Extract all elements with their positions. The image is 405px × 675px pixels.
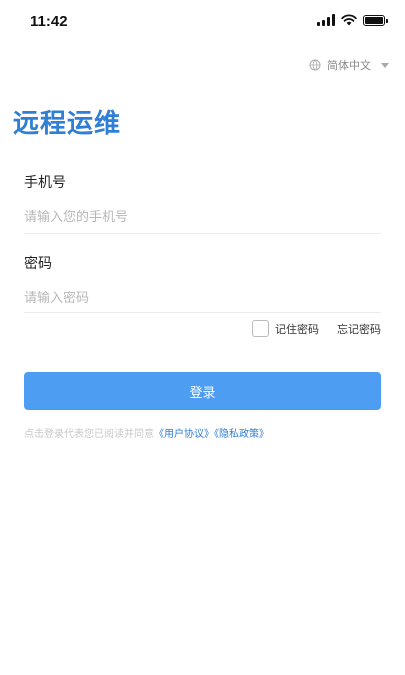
privacy-policy-link[interactable]: 《隐私政策》 — [214, 429, 269, 440]
caret-down-icon — [381, 62, 389, 68]
remember-password-label[interactable]: 记住密码 — [275, 321, 319, 337]
status-icons — [317, 14, 388, 26]
status-bar: 11:42 — [0, 0, 405, 44]
language-select[interactable]: 简体中文 — [309, 57, 389, 73]
agreement-prefix: 点击登录代表您已阅读并同意 — [24, 429, 154, 440]
login-button[interactable]: 登录 — [24, 372, 381, 410]
password-field: 密码 — [24, 253, 381, 313]
wifi-icon — [341, 14, 357, 26]
agreement-text: 点击登录代表您已阅读并同意《用户协议》《隐私政策》 — [24, 425, 269, 440]
phone-label: 手机号 — [24, 175, 66, 191]
language-label: 简体中文 — [327, 59, 371, 72]
password-input[interactable] — [24, 291, 381, 306]
phone-field: 手机号 — [24, 172, 381, 234]
signal-icon — [317, 14, 335, 26]
password-label: 密码 — [24, 256, 52, 272]
status-time: 11:42 — [30, 13, 68, 30]
phone-input[interactable] — [24, 210, 381, 225]
battery-icon — [363, 14, 388, 26]
forgot-password-link[interactable]: 忘记密码 — [337, 321, 381, 337]
remember-password-checkbox[interactable] — [252, 320, 269, 337]
app-title: 远程运维 — [13, 109, 122, 139]
user-agreement-link[interactable]: 《用户协议》 — [154, 429, 214, 440]
globe-icon — [309, 59, 321, 71]
remember-row: 记住密码 忘记密码 — [252, 320, 381, 337]
